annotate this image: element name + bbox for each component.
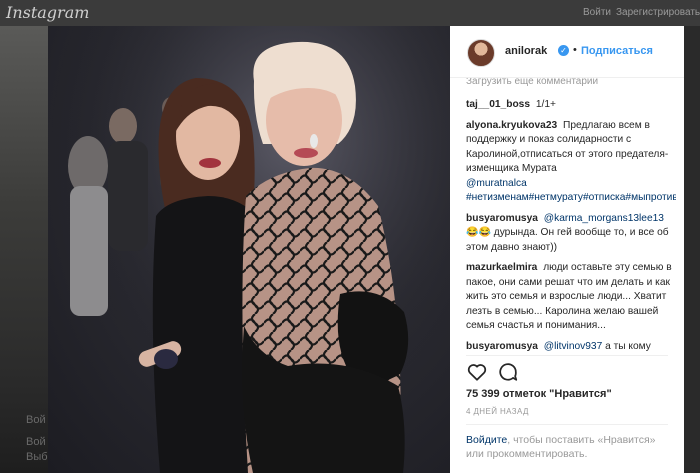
post-photo-illustration xyxy=(48,26,450,473)
login-link[interactable]: Войдите xyxy=(466,434,507,446)
heart-icon[interactable] xyxy=(466,361,488,383)
background-right-strip xyxy=(684,26,700,473)
laughing-emoji-icon: 😂😂 xyxy=(466,227,491,238)
comment-author[interactable]: mazurkaelmira xyxy=(466,262,537,273)
post-header: anilorak ✓ • Подписаться xyxy=(450,26,684,78)
avatar[interactable] xyxy=(467,39,495,67)
likes-count[interactable]: 75 399 отметок "Нравится" xyxy=(466,388,612,400)
comment-item: busyaromusya @karma_morgans13lee13 😂😂 ду… xyxy=(466,206,676,256)
comment-text: 1/1+ xyxy=(535,99,556,110)
comment-author[interactable]: taj__01_boss xyxy=(466,99,530,110)
login-divider xyxy=(466,424,668,425)
background-signup-link: Зарегистрироваться xyxy=(616,7,700,18)
background-left-strip: Вой Вой Выб xyxy=(0,26,48,473)
comment-author[interactable]: alyona.kryukova23 xyxy=(466,120,557,131)
heart-icon-shape xyxy=(467,364,487,381)
comment-text: а ты кому xyxy=(605,340,651,352)
follow-button[interactable]: Подписаться xyxy=(581,45,653,57)
comment-hashtags[interactable]: #нетизменам#нетмурату#отписка#мыпротивиз… xyxy=(466,192,676,203)
background-ghost-text: Вой xyxy=(26,436,46,448)
comment-author[interactable]: busyaromusya xyxy=(466,341,538,352)
background-ghost-text: Вой xyxy=(26,414,46,426)
header-separator: • xyxy=(573,44,577,56)
comment-item: busyaromusya @litvinov937 а ты кому xyxy=(466,334,676,355)
login-prompt: Войдите, чтобы поставить «Нравится» или … xyxy=(466,433,676,461)
comments-list: Загрузить еще комментарии taj__01_boss 1… xyxy=(466,78,676,376)
background-login-link: Войти xyxy=(583,7,611,18)
background-ghost-text: Выб xyxy=(26,451,48,463)
comment-icon-shape xyxy=(499,363,518,381)
comment-item: alyona.kryukova23 Предлагаю всем в подде… xyxy=(466,113,676,206)
comment-mention[interactable]: @litvinov937 xyxy=(544,341,602,352)
comment-item: mazurkaelmira люди оставьте эту семью в … xyxy=(466,255,676,334)
author-username[interactable]: anilorak xyxy=(505,45,547,57)
post-date[interactable]: 4 ДНЕЙ НАЗАД xyxy=(466,407,529,416)
instagram-logo: Instagram xyxy=(6,3,90,22)
comment-mention[interactable]: @muratnalca xyxy=(466,178,527,189)
comment-item: taj__01_boss 1/1+ xyxy=(466,92,676,113)
post-side-panel: anilorak ✓ • Подписаться Загрузить еще к… xyxy=(450,26,684,473)
comment-icon[interactable] xyxy=(497,361,519,383)
background-header: Instagram Войти Зарегистрироваться xyxy=(0,0,700,26)
verified-badge-icon: ✓ xyxy=(558,45,569,56)
comment-text: дурында. Он гей вообще то, и все об этом… xyxy=(466,227,669,253)
load-more-comments-link[interactable]: Загрузить еще комментарии xyxy=(466,78,676,92)
actions-divider xyxy=(466,355,668,356)
comment-author[interactable]: busyaromusya xyxy=(466,213,538,224)
comment-mention[interactable]: @karma_morgans13lee13 xyxy=(544,213,664,224)
post-photo[interactable] xyxy=(48,26,450,473)
